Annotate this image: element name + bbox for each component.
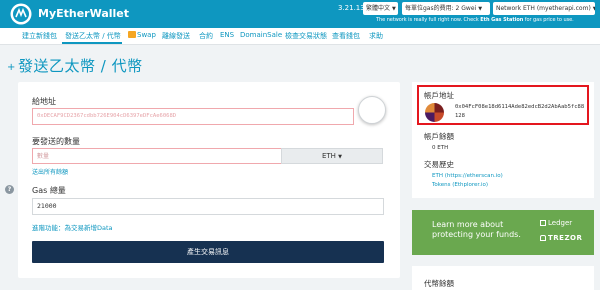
- transaction-history-label: 交易歷史: [424, 160, 454, 169]
- nav-view-wallet[interactable]: 查看錢包: [332, 31, 360, 41]
- gas-price-dropdown[interactable]: 每單位gas的費用: 2 Gwei ▼: [402, 2, 490, 15]
- notice-text-end: for gas price to use.: [523, 17, 574, 23]
- main-nav: 建立新錢包 發送乙太幣 / 代幣 Swap 離線發送 合約 ENS Domain…: [0, 28, 600, 45]
- chevron-down-icon: ▼: [392, 6, 396, 12]
- version-label: 3.21.13: [338, 4, 365, 12]
- account-address: 0x04FcF08e18d6114Ade82edcB2d2AbAab5fc881…: [455, 104, 585, 119]
- nav-offline-send[interactable]: 離線發送: [162, 31, 190, 41]
- generate-transaction-button[interactable]: 產生交易訊息: [32, 241, 384, 263]
- trezor-label: TREZOR: [548, 234, 583, 242]
- caret-down-icon: ▼: [338, 154, 343, 160]
- send-entire-balance-link[interactable]: 送出所有餘額: [32, 167, 68, 176]
- network-notice: The network is really full right now. Ch…: [376, 17, 598, 23]
- account-identicon: [425, 103, 444, 122]
- advanced-add-data-link[interactable]: 進階功能：為交易新增Data: [32, 222, 113, 232]
- network-value: Network ETH (myetherapi.com): [496, 5, 591, 12]
- trezor-icon: [540, 235, 546, 241]
- nav-send-ether[interactable]: 發送乙太幣 / 代幣: [65, 31, 121, 41]
- active-tab-indicator: [62, 42, 122, 44]
- brand-name[interactable]: MyEtherWallet: [38, 7, 129, 20]
- nav-create-wallet[interactable]: 建立新錢包: [22, 31, 57, 41]
- amount-input[interactable]: 數量: [32, 148, 282, 164]
- gas-limit-label: Gas 總量: [32, 186, 66, 195]
- nav-domainsale[interactable]: DomainSale: [240, 31, 282, 39]
- promo-text: Learn more about protecting your funds.: [432, 220, 521, 240]
- nav-contracts[interactable]: 合約: [199, 31, 213, 41]
- page-title: 發送乙太幣 / 代幣: [18, 57, 143, 75]
- unit-dropdown[interactable]: ETH ▼: [281, 148, 383, 164]
- top-bar: MyEtherWallet 3.21.13 繁體中文 ▼ 每單位gas的費用: 2…: [0, 0, 600, 28]
- language-value: 繁體中文: [366, 5, 391, 12]
- hardware-wallet-promo[interactable]: Learn more about protecting your funds. L…: [412, 210, 594, 255]
- nav-ens[interactable]: ENS: [220, 31, 234, 39]
- trezor-brand: TREZOR: [540, 234, 582, 242]
- etherscan-link[interactable]: ETH (https://etherscan.io): [432, 173, 503, 179]
- chevron-down-icon: ▼: [478, 6, 483, 12]
- nav-help[interactable]: 求助: [369, 31, 383, 41]
- to-address-input[interactable]: 0xDECAF9CD2367cdbb726E904cD6397eDFcAe606…: [32, 108, 354, 125]
- help-icon[interactable]: ?: [5, 185, 14, 194]
- account-balance-label: 帳戶餘額: [424, 132, 454, 141]
- ledger-icon: [540, 220, 546, 226]
- amount-label: 要發送的數量: [32, 137, 80, 146]
- network-dropdown[interactable]: Network ETH (myetherapi.com) ▼: [493, 2, 595, 15]
- logo-icon[interactable]: [10, 3, 32, 25]
- gas-station-link[interactable]: Eth Gas Station: [480, 17, 523, 23]
- promo-line-1: Learn more about: [432, 220, 504, 229]
- identicon-placeholder: [358, 96, 386, 124]
- ledger-label: Ledger: [548, 219, 573, 227]
- language-dropdown[interactable]: 繁體中文 ▼: [363, 2, 398, 15]
- gas-limit-input[interactable]: 21000: [32, 198, 384, 215]
- nav-swap-label: Swap: [137, 31, 156, 39]
- chevron-down-icon: ▼: [592, 6, 595, 12]
- unit-value: ETH: [321, 152, 336, 160]
- to-address-label: 給地址: [32, 97, 56, 106]
- swap-icon: [128, 31, 136, 38]
- gas-price-value: 每單位gas的費用: 2 Gwei: [405, 5, 477, 12]
- token-balance-label: 代幣餘額: [424, 279, 454, 288]
- plus-icon: +: [7, 62, 16, 73]
- account-balance-value: 0 ETH: [432, 145, 449, 151]
- promo-line-2: protecting your funds.: [432, 230, 521, 239]
- account-address-label: 帳戶地址: [424, 91, 454, 100]
- ethplorer-link[interactable]: Tokens (Ethplorer.io): [432, 182, 488, 188]
- nav-swap[interactable]: Swap: [128, 31, 156, 39]
- nav-check-tx-status[interactable]: 檢查交易狀態: [285, 31, 327, 41]
- ledger-brand: Ledger: [540, 219, 572, 227]
- notice-text: The network is really full right now. Ch…: [376, 17, 481, 23]
